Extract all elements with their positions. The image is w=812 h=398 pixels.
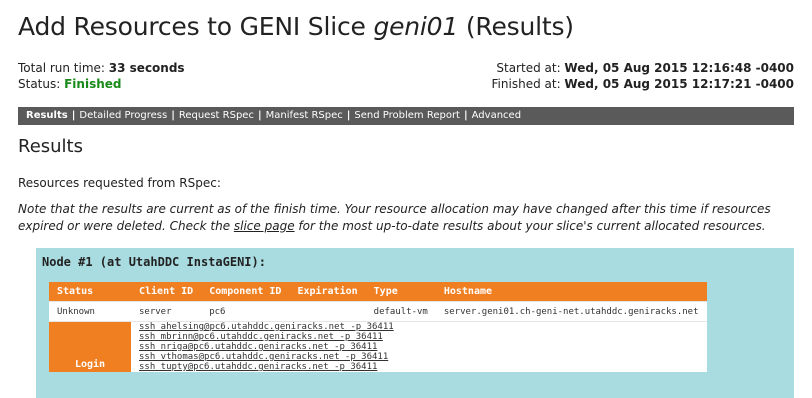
tab-separator: |: [257, 110, 262, 121]
results-note: Note that the results are current as of …: [18, 201, 794, 235]
node-title: Node #1 (at UtahDDC InstaGENI):: [42, 255, 266, 269]
ssh-link[interactable]: ssh ahelsing@pc6.utahddc.geniracks.net -…: [139, 322, 699, 332]
tab-request-rspec[interactable]: Request RSpec: [179, 110, 254, 121]
cell-type: default-vm: [365, 301, 436, 322]
ssh-link[interactable]: ssh vthomas@pc6.utahddc.geniracks.net -p…: [139, 352, 699, 362]
col-component-id: Component ID: [201, 282, 290, 302]
cell-component-id: pc6: [201, 301, 290, 322]
tab-advanced[interactable]: Advanced: [472, 110, 521, 121]
tab-separator: |: [463, 110, 468, 121]
login-label: Login: [49, 321, 131, 372]
status-value: Finished: [64, 77, 122, 91]
slice-name: geni01: [373, 12, 459, 41]
tab-send-problem-report[interactable]: Send Problem Report: [354, 110, 460, 121]
cell-status: Unknown: [49, 301, 131, 322]
started-at: Started at: Wed, 05 Aug 2015 12:16:48 -0…: [492, 60, 794, 76]
run-info-left: Total run time: 33 seconds Status: Finis…: [18, 60, 185, 92]
requested-text: Resources requested from RSpec:: [18, 176, 221, 190]
note-text-2: for the most up-to-date results about yo…: [294, 219, 766, 233]
results-heading: Results: [18, 136, 83, 157]
slice-page-link[interactable]: slice page: [234, 219, 295, 233]
col-hostname: Hostname: [435, 282, 707, 302]
table-header-row: Status Client ID Component ID Expiration…: [49, 282, 707, 302]
run-info-right: Started at: Wed, 05 Aug 2015 12:16:48 -0…: [492, 60, 794, 92]
started-label: Started at:: [496, 61, 565, 75]
ssh-link[interactable]: ssh nriga@pc6.utahddc.geniracks.net -p 3…: [139, 342, 699, 352]
tab-bar: Results | Detailed Progress | Request RSpec |…: [18, 107, 794, 125]
started-value: Wed, 05 Aug 2015 12:16:48 -0400: [564, 61, 794, 75]
login-row: Login ssh ahelsing@pc6.utahddc.geniracks…: [49, 321, 707, 372]
total-run-time-value: 33 seconds: [108, 61, 185, 75]
node-panel: Node #1 (at UtahDDC InstaGENI): Status C…: [36, 248, 794, 398]
tab-manifest-rspec[interactable]: Manifest RSpec: [266, 110, 343, 121]
table-row: Unknown server pc6 default-vm server.gen…: [49, 301, 707, 322]
col-expiration: Expiration: [289, 282, 366, 302]
page-title: Add Resources to GENI Slice geni01 (Resu…: [18, 12, 574, 41]
col-type: Type: [365, 282, 436, 302]
resource-table: Status Client ID Component ID Expiration…: [49, 282, 707, 372]
tab-detailed-progress[interactable]: Detailed Progress: [79, 110, 167, 121]
finished-value: Wed, 05 Aug 2015 12:17:21 -0400: [564, 77, 794, 91]
cell-hostname: server.geni01.ch-geni-net.utahddc.genira…: [435, 301, 707, 322]
total-run-time-label: Total run time:: [18, 61, 109, 75]
finished-label: Finished at:: [491, 77, 565, 91]
finished-at: Finished at: Wed, 05 Aug 2015 12:17:21 -…: [492, 76, 794, 92]
tab-separator: |: [171, 110, 175, 121]
cell-client-id: server: [131, 301, 202, 322]
status: Status: Finished: [18, 76, 185, 92]
ssh-link[interactable]: ssh mbrinn@pc6.utahddc.geniracks.net -p …: [139, 332, 699, 342]
tab-separator: |: [346, 110, 351, 121]
total-run-time: Total run time: 33 seconds: [18, 60, 185, 76]
status-label: Status:: [18, 77, 65, 91]
cell-expiration: [289, 301, 366, 322]
tab-separator: |: [71, 110, 76, 121]
tab-results[interactable]: Results: [26, 110, 68, 121]
title-prefix: Add Resources to GENI Slice: [18, 12, 374, 41]
ssh-commands: ssh ahelsing@pc6.utahddc.geniracks.net -…: [131, 321, 707, 372]
ssh-link[interactable]: ssh tupty@pc6.utahddc.geniracks.net -p 3…: [139, 362, 699, 372]
title-suffix: (Results): [458, 12, 574, 41]
col-client-id: Client ID: [131, 282, 202, 302]
col-status: Status: [49, 282, 131, 302]
